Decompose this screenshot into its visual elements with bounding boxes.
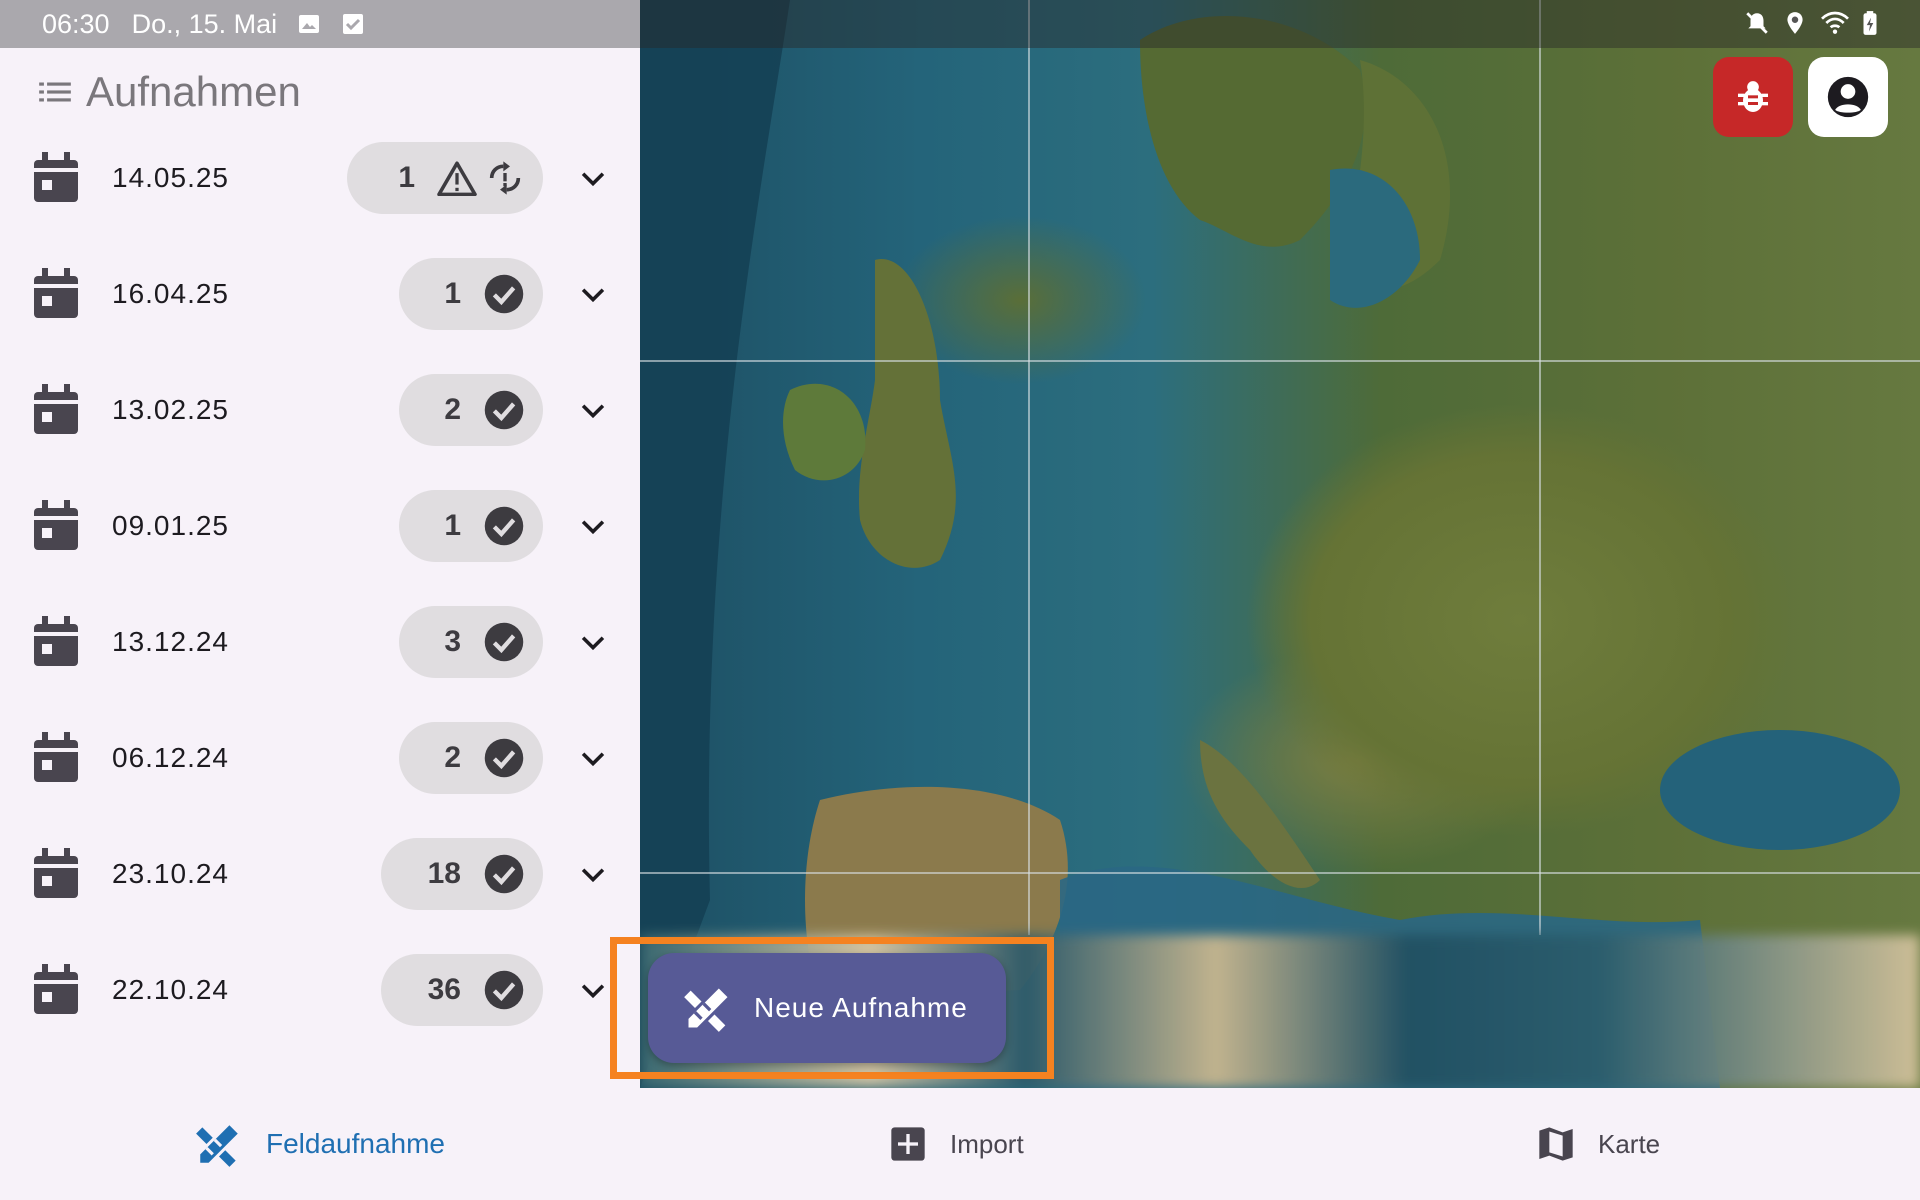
account-icon bbox=[1827, 76, 1869, 118]
recording-row[interactable]: 14.05.25 1 bbox=[0, 120, 640, 236]
checkbox-icon bbox=[343, 14, 364, 34]
recording-date: 16.04.25 bbox=[112, 278, 229, 309]
new-recording-label: Neue Aufnahme bbox=[754, 992, 968, 1023]
pencil-ruler-icon bbox=[196, 1125, 238, 1167]
sidebar-header: Aufnahmen bbox=[36, 68, 301, 116]
recording-date: 09.01.25 bbox=[112, 510, 229, 541]
location-icon bbox=[1787, 12, 1803, 34]
account-button[interactable] bbox=[1808, 57, 1888, 137]
recording-date: 23.10.24 bbox=[112, 858, 229, 889]
recordings-sidebar: Aufnahmen 14.05.25 1 16.04.25 1 13.02.25… bbox=[0, 48, 640, 1088]
recording-count: 2 bbox=[444, 741, 461, 774]
nav-item-feldaufnahme[interactable]: Feldaufnahme bbox=[194, 1088, 445, 1200]
check-circle-icon bbox=[484, 274, 524, 314]
check-circle-icon bbox=[484, 390, 524, 430]
recording-row[interactable]: 23.10.24 18 bbox=[0, 816, 640, 932]
bottom-navigation: Feldaufnahme Import Karte bbox=[0, 1088, 1920, 1200]
recording-status-pill: 1 bbox=[399, 490, 543, 562]
calendar-icon bbox=[34, 616, 78, 666]
recording-status-pill: 2 bbox=[399, 722, 543, 794]
status-time: 06:30 bbox=[42, 8, 110, 39]
nav-label: Karte bbox=[1598, 1128, 1661, 1159]
check-circle-icon bbox=[484, 854, 524, 894]
recording-status-pill: 3 bbox=[399, 606, 543, 678]
recording-count: 18 bbox=[427, 857, 461, 890]
nav-item-karte[interactable]: Karte bbox=[1536, 1088, 1660, 1200]
recording-row[interactable]: 13.02.25 2 bbox=[0, 352, 640, 468]
recording-count: 1 bbox=[444, 277, 461, 310]
debug-button[interactable] bbox=[1713, 57, 1793, 137]
recording-row[interactable]: 22.10.24 36 bbox=[0, 932, 640, 1048]
recording-count: 3 bbox=[444, 625, 461, 658]
status-icons-right bbox=[1744, 10, 1878, 36]
calendar-icon bbox=[34, 384, 78, 434]
image-icon bbox=[299, 15, 320, 33]
recording-date: 13.12.24 bbox=[112, 626, 229, 657]
nav-label: Import bbox=[950, 1128, 1024, 1159]
recording-status-pill: 2 bbox=[399, 374, 543, 446]
nav-label: Feldaufnahme bbox=[266, 1128, 446, 1159]
calendar-icon bbox=[34, 500, 78, 550]
list-icon bbox=[39, 82, 71, 102]
calendar-icon bbox=[34, 268, 78, 318]
recording-date: 06.12.24 bbox=[112, 742, 229, 773]
status-date: Do., 15. Mai bbox=[131, 8, 278, 39]
calendar-icon bbox=[34, 732, 78, 782]
check-circle-icon bbox=[484, 738, 524, 778]
plus-box-icon bbox=[891, 1127, 925, 1161]
sidebar-title: Aufnahmen bbox=[86, 68, 301, 115]
chevron-down-icon[interactable] bbox=[576, 509, 610, 543]
recording-count: 1 bbox=[444, 509, 461, 542]
recording-status-pill: 36 bbox=[381, 954, 543, 1026]
calendar-icon bbox=[34, 848, 78, 898]
chevron-down-icon[interactable] bbox=[576, 161, 610, 195]
chevron-down-icon[interactable] bbox=[576, 973, 610, 1007]
recording-count: 2 bbox=[444, 393, 461, 426]
bug-icon bbox=[1738, 81, 1768, 112]
pencil-ruler-icon bbox=[684, 988, 728, 1032]
chevron-down-icon[interactable] bbox=[576, 393, 610, 427]
recording-row[interactable]: 09.01.25 1 bbox=[0, 468, 640, 584]
mute-icon bbox=[1746, 12, 1768, 34]
recording-status-pill: 18 bbox=[381, 838, 543, 910]
map-tiles bbox=[640, 0, 1920, 1088]
battery-icon bbox=[1863, 11, 1877, 35]
recording-date: 14.05.25 bbox=[112, 162, 229, 193]
chevron-down-icon[interactable] bbox=[576, 277, 610, 311]
recording-count: 36 bbox=[427, 973, 461, 1006]
recording-row[interactable]: 16.04.25 1 bbox=[0, 236, 640, 352]
recording-date: 13.02.25 bbox=[112, 394, 229, 425]
warning-icon bbox=[437, 161, 477, 196]
recording-row[interactable]: 06.12.24 2 bbox=[0, 700, 640, 816]
recording-status-pill: 1 bbox=[347, 142, 543, 214]
map-view[interactable] bbox=[640, 0, 1920, 1088]
sync-problem-icon bbox=[489, 161, 521, 195]
recording-date: 22.10.24 bbox=[112, 974, 229, 1005]
nav-item-import[interactable]: Import bbox=[888, 1088, 1024, 1200]
check-circle-icon bbox=[484, 506, 524, 546]
check-circle-icon bbox=[484, 970, 524, 1010]
recording-status-pill: 1 bbox=[399, 258, 543, 330]
new-recording-button[interactable]: Neue Aufnahme bbox=[648, 953, 1006, 1063]
recording-count: 1 bbox=[398, 161, 415, 194]
recording-row[interactable]: 13.12.24 3 bbox=[0, 584, 640, 700]
chevron-down-icon[interactable] bbox=[576, 857, 610, 891]
map-icon bbox=[1539, 1127, 1573, 1161]
status-bar: 06:30 Do., 15. Mai bbox=[0, 0, 1920, 48]
calendar-icon bbox=[34, 152, 78, 202]
chevron-down-icon[interactable] bbox=[576, 741, 610, 775]
wifi-icon bbox=[1821, 11, 1849, 34]
calendar-icon bbox=[34, 964, 78, 1014]
chevron-down-icon[interactable] bbox=[576, 625, 610, 659]
check-circle-icon bbox=[484, 622, 524, 662]
